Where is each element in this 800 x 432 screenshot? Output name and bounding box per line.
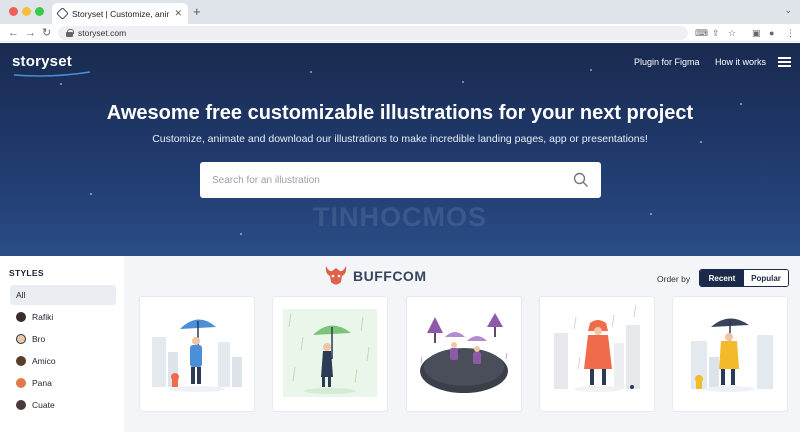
style-filter-amico[interactable]: Amico xyxy=(10,351,116,371)
order-recent-button[interactable]: Recent xyxy=(700,270,744,286)
style-filter-cuate[interactable]: Cuate xyxy=(10,395,116,415)
hamburger-menu-icon[interactable] xyxy=(778,57,791,67)
star-decoration xyxy=(590,69,592,71)
star-decoration xyxy=(310,71,312,73)
rafiki-avatar-icon xyxy=(16,312,26,322)
browser-tab-bar: Storyset | Customize, animate ✕ + ⌄ xyxy=(0,0,800,24)
bull-head-icon xyxy=(325,266,347,285)
translate-icon[interactable]: ⌨ xyxy=(695,27,708,39)
browser-tab[interactable]: Storyset | Customize, animate ✕ xyxy=(52,3,188,24)
rain-umbrella-woman-illustration-icon xyxy=(283,309,377,397)
style-filter-label: Bro xyxy=(32,334,46,344)
pana-avatar-icon xyxy=(16,378,26,388)
maximize-window-button[interactable] xyxy=(35,7,44,16)
share-icon[interactable]: ⇪ xyxy=(712,27,720,39)
side-panel-icon[interactable]: ▣ xyxy=(752,27,761,39)
address-bar[interactable]: storyset.com xyxy=(58,26,688,40)
style-filter-pana[interactable]: Pana xyxy=(10,373,116,393)
order-by-toggle: Recent Popular xyxy=(699,269,789,287)
bookmark-star-icon[interactable]: ☆ xyxy=(728,27,736,39)
style-filter-label: All xyxy=(16,290,26,300)
back-arrow-icon[interactable]: ← xyxy=(8,26,19,40)
profile-icon[interactable]: ● xyxy=(769,27,774,39)
illustration-card[interactable] xyxy=(406,296,522,412)
buffcom-overlay-logo: BUFFCOM xyxy=(323,264,427,288)
address-toolbar: ← → ↻ storyset.com ⌨ ⇪ ☆ ▣ ● ⋮ xyxy=(0,24,800,42)
search-input[interactable] xyxy=(212,174,573,186)
storyset-favicon-icon xyxy=(56,7,69,20)
hero-title: Awesome free customizable illustrations … xyxy=(106,102,694,124)
yellow-raincoat-man-illustration-icon xyxy=(691,318,773,392)
lock-icon xyxy=(66,29,74,37)
raincoat-woman-illustration-icon xyxy=(554,304,640,392)
styles-sidebar: STYLES All Rafiki Bro Amico Pana Cuate xyxy=(0,256,124,432)
tab-title: Storyset | Customize, animate xyxy=(72,8,169,19)
style-filter-label: Pana xyxy=(32,378,52,388)
minimize-window-button[interactable] xyxy=(22,7,31,16)
forward-arrow-icon[interactable]: → xyxy=(25,26,36,40)
styles-heading: STYLES xyxy=(9,268,44,278)
nav-how-it-works[interactable]: How it works xyxy=(715,57,766,67)
watermark-text: TINHOCMOS xyxy=(313,202,487,232)
star-decoration xyxy=(240,233,242,235)
star-decoration xyxy=(462,81,464,83)
umbrella-walk-isometric-illustration-icon xyxy=(420,313,508,393)
bro-avatar-icon xyxy=(16,334,26,344)
order-by-label: Order by xyxy=(657,274,691,284)
url-text: storyset.com xyxy=(78,28,127,38)
style-filter-bro[interactable]: Bro xyxy=(10,329,116,349)
reload-icon[interactable]: ↻ xyxy=(42,26,51,40)
style-filter-label: Rafiki xyxy=(32,312,54,322)
illustration-card[interactable] xyxy=(539,296,655,412)
hero-section: storyset Plugin for Figma How it works A… xyxy=(0,43,800,256)
search-box xyxy=(200,162,601,198)
new-tab-button[interactable]: + xyxy=(193,5,201,18)
storyset-logo[interactable]: storyset xyxy=(12,53,72,70)
search-icon[interactable] xyxy=(573,172,589,188)
star-decoration xyxy=(60,83,62,85)
style-filter-rafiki[interactable]: Rafiki xyxy=(10,307,116,327)
style-filter-all[interactable]: All xyxy=(10,285,116,305)
browser-menu-icon[interactable]: ⋮ xyxy=(786,27,795,39)
cuate-avatar-icon xyxy=(16,400,26,410)
nav-plugin-for-figma[interactable]: Plugin for Figma xyxy=(634,57,700,67)
buffcom-brand-text: BUFFCOM xyxy=(353,268,427,284)
rainy-day-umbrella-illustration-icon xyxy=(152,319,242,392)
style-filter-label: Amico xyxy=(32,356,56,366)
close-window-button[interactable] xyxy=(9,7,18,16)
illustration-card[interactable] xyxy=(272,296,388,412)
logo-swoosh-icon xyxy=(13,71,91,77)
style-filter-label: Cuate xyxy=(32,400,55,410)
star-decoration xyxy=(90,193,92,195)
amico-avatar-icon xyxy=(16,356,26,366)
illustration-card[interactable] xyxy=(139,296,255,412)
illustration-card[interactable] xyxy=(672,296,788,412)
illustrations-gallery: BUFFCOM Order by Recent Popular xyxy=(124,256,800,432)
close-tab-icon[interactable]: ✕ xyxy=(174,8,182,19)
hero-subtitle: Customize, animate and download our illu… xyxy=(152,133,648,145)
tab-list-chevron-icon[interactable]: ⌄ xyxy=(784,5,792,16)
order-popular-button[interactable]: Popular xyxy=(744,270,788,286)
